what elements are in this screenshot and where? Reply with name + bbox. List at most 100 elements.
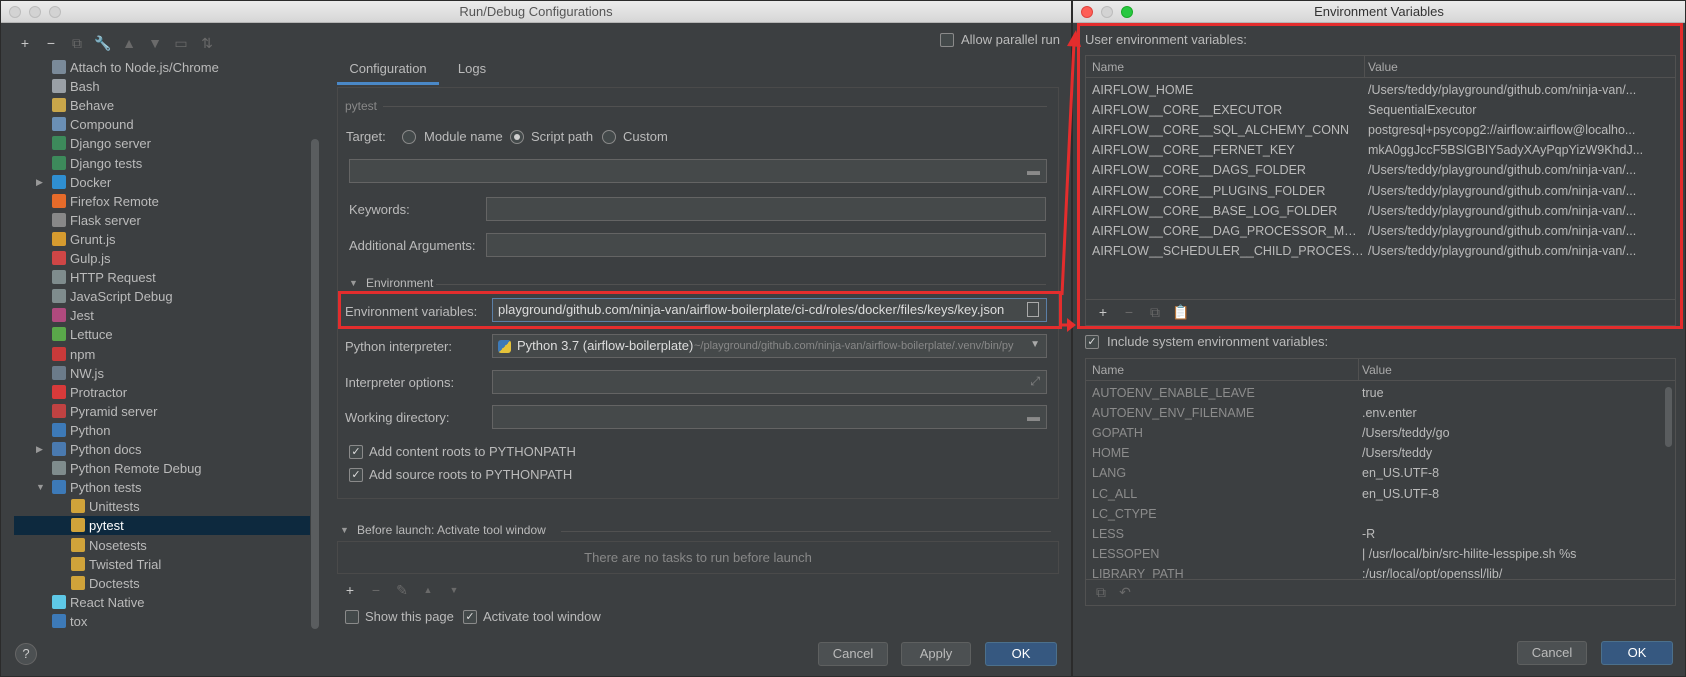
tree-item[interactable]: Django server (52, 134, 151, 153)
tree-item[interactable]: NW.js (52, 364, 104, 383)
tree-item[interactable]: Unittests (71, 497, 140, 516)
before-launch-collapse-icon[interactable]: ▼ (340, 525, 349, 535)
tree-item[interactable]: Jest (52, 306, 94, 325)
interpreter-options-input[interactable]: ⤢ (492, 370, 1047, 394)
tree-item[interactable]: Bash (52, 77, 100, 96)
tree-item[interactable]: Pyramid server (52, 402, 157, 421)
folder-icon[interactable]: ▭ (172, 34, 190, 52)
system-vars-scrollbar[interactable] (1665, 387, 1672, 447)
tab-configuration[interactable]: Configuration (337, 59, 439, 85)
zoom-window-button[interactable] (1121, 6, 1133, 18)
cancel-button[interactable]: Cancel (818, 642, 888, 666)
script-path-radio[interactable] (510, 130, 524, 144)
tree-item[interactable]: Compound (52, 115, 134, 134)
tree-item-label: Compound (70, 117, 134, 133)
table-row[interactable]: GOPATH/Users/teddy/go (1086, 423, 1675, 443)
allow-parallel-checkbox[interactable] (940, 33, 954, 47)
show-page-checkbox[interactable] (345, 610, 359, 624)
minimize-window-button[interactable] (1101, 6, 1113, 18)
table-row[interactable]: LC_CTYPE (1086, 504, 1675, 524)
tree-item[interactable]: Python Remote Debug (52, 459, 202, 478)
module-name-radio[interactable] (402, 130, 416, 144)
tree-item[interactable]: ▼ Python tests (36, 478, 142, 497)
help-button[interactable]: ? (15, 643, 37, 665)
tree-item[interactable]: Lettuce (52, 325, 113, 344)
env-cancel-button[interactable]: Cancel (1517, 641, 1587, 665)
tree-item[interactable]: tox (52, 612, 87, 629)
edit-task-icon[interactable]: ✎ (393, 581, 411, 599)
remove-task-icon[interactable]: − (367, 581, 385, 599)
tree-item[interactable]: Doctests (71, 574, 140, 593)
tree-scrollbar[interactable] (311, 139, 319, 629)
sort-icon[interactable]: ⇅ (198, 34, 216, 52)
table-row[interactable]: LESS -R (1086, 524, 1675, 544)
expand-arrow-icon[interactable]: ▶ (36, 173, 43, 192)
tree-item[interactable]: JavaScript Debug (52, 287, 173, 306)
working-dir-input[interactable]: ▬ (492, 405, 1047, 429)
tree-item[interactable]: Python (52, 421, 110, 440)
tree-item[interactable]: Firefox Remote (52, 192, 159, 211)
add-task-icon[interactable]: + (341, 581, 359, 599)
copy-system-variable-icon[interactable]: ⧉ (1092, 583, 1110, 601)
additional-args-input[interactable] (486, 233, 1046, 257)
wrench-icon[interactable]: 🔧 (94, 34, 112, 52)
browse-folder-icon[interactable]: ▬ (1027, 409, 1040, 424)
browse-folder-icon[interactable]: ▬ (1027, 163, 1040, 178)
custom-radio[interactable] (602, 130, 616, 144)
move-down-icon[interactable]: ▼ (146, 34, 164, 52)
apply-button[interactable]: Apply (901, 642, 971, 666)
interpreter-label: Python interpreter: (345, 339, 452, 354)
table-row[interactable]: HOME/Users/teddy (1086, 443, 1675, 463)
tab-logs[interactable]: Logs (449, 59, 495, 85)
tree-item[interactable]: Gulp.js (52, 249, 110, 268)
activate-tool-window-checkbox[interactable]: ✓ (463, 610, 477, 624)
tree-item[interactable]: ▶ Docker (36, 173, 111, 192)
minimize-window-button[interactable] (29, 6, 41, 18)
remove-icon[interactable]: − (42, 34, 60, 52)
tree-item[interactable]: Nosetests (71, 536, 147, 555)
copy-icon[interactable]: ⧉ (68, 34, 86, 52)
expand-arrow-icon[interactable]: ▼ (36, 478, 45, 497)
variable-value: /Users/teddy (1362, 446, 1433, 461)
tree-item[interactable]: npm (52, 345, 95, 364)
env-ok-button[interactable]: OK (1601, 641, 1673, 665)
move-up-icon[interactable]: ▲ (120, 34, 138, 52)
tree-item[interactable]: React Native (52, 593, 144, 612)
interpreter-select[interactable]: Python 3.7 (airflow-boilerplate) ~/playg… (492, 334, 1047, 358)
tree-item[interactable]: ▶ Python docs (36, 440, 142, 459)
table-row[interactable]: AUTOENV_ENV_FILENAME .env.enter (1086, 403, 1675, 423)
zoom-window-button[interactable] (49, 6, 61, 18)
environment-collapse-icon[interactable]: ▼ (349, 278, 358, 288)
variable-name: LESSOPEN (1092, 546, 1160, 561)
tree-item[interactable]: Attach to Node.js/Chrome (52, 58, 219, 77)
table-row[interactable]: LESSOPEN | /usr/local/bin/src-hilite-less… (1086, 544, 1675, 564)
close-window-button[interactable] (1081, 6, 1093, 18)
config-type-icon (52, 365, 66, 380)
tree-item[interactable]: Behave (52, 96, 114, 115)
table-row[interactable]: AUTOENV_ENABLE_LEAVE true (1086, 383, 1675, 403)
table-row[interactable]: LC_ALL en_US.UTF-8 (1086, 484, 1675, 504)
tree-item[interactable]: Protractor (52, 383, 127, 402)
undo-icon[interactable]: ↶ (1116, 583, 1134, 601)
close-window-button[interactable] (9, 6, 21, 18)
tree-item[interactable]: Django tests (52, 154, 142, 173)
move-task-up-icon[interactable]: ▲ (419, 581, 437, 599)
include-system-checkbox[interactable]: ✓ (1085, 335, 1099, 349)
tree-item[interactable]: Grunt.js (52, 230, 116, 249)
target-label: Target: (346, 129, 386, 144)
table-row[interactable]: LANG en_US.UTF-8 (1086, 463, 1675, 483)
ok-button[interactable]: OK (985, 642, 1057, 666)
add-icon[interactable]: + (16, 34, 34, 52)
keywords-input[interactable] (486, 197, 1046, 221)
tree-item[interactable]: Twisted Trial (71, 555, 161, 574)
add-content-roots-checkbox[interactable]: ✓ (349, 445, 363, 459)
tree-item[interactable]: pytest (71, 516, 124, 535)
expand-arrow-icon[interactable]: ▶ (36, 440, 43, 459)
move-task-down-icon[interactable]: ▼ (445, 581, 463, 599)
script-path-input[interactable]: ▬ (349, 159, 1047, 183)
tree-item[interactable]: HTTP Request (52, 268, 156, 287)
tree-item[interactable]: Flask server (52, 211, 141, 230)
variable-name: HOME (1092, 446, 1130, 461)
add-source-roots-checkbox[interactable]: ✓ (349, 468, 363, 482)
expand-icon[interactable]: ⤢ (1030, 374, 1040, 389)
